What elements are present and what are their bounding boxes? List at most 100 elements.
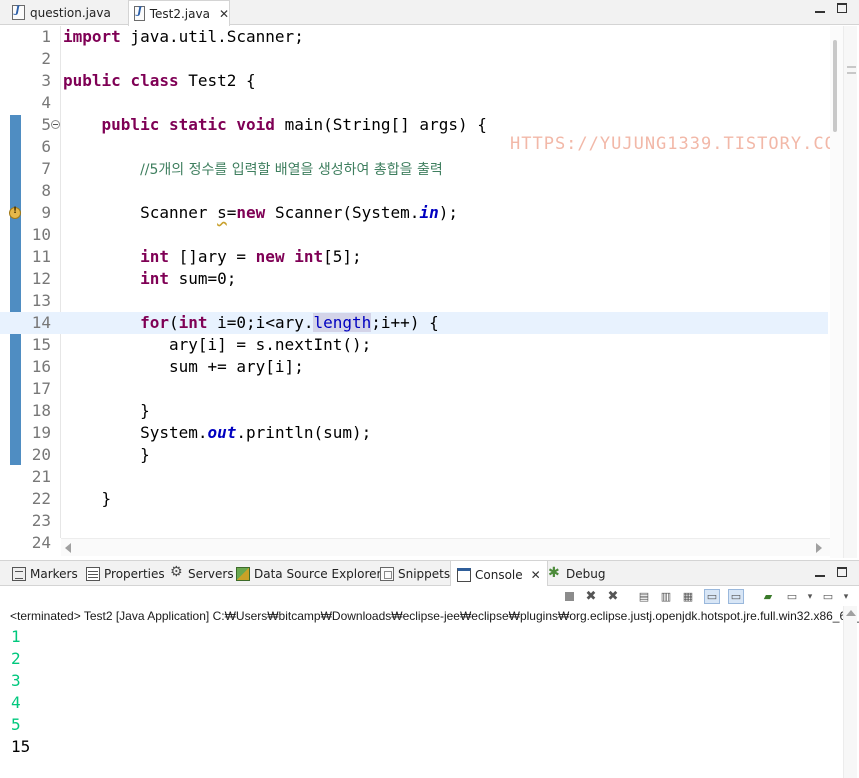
overview-mark[interactable] bbox=[847, 66, 856, 68]
code-text[interactable]: Scanner s=new Scanner(System.in); bbox=[63, 202, 458, 224]
code-line[interactable]: 15 ary[i] = s.nextInt(); bbox=[0, 334, 828, 356]
scroll-left-icon[interactable] bbox=[65, 543, 71, 553]
code-line[interactable]: 3 public class Test2 { bbox=[0, 70, 828, 92]
code-line[interactable]: 16 sum += ary[i]; bbox=[0, 356, 828, 378]
code-text[interactable]: ary[i] = s.nextInt(); bbox=[63, 334, 371, 356]
display-selected-console-icon[interactable]: ▭ bbox=[784, 589, 800, 604]
tab-label: Snippets bbox=[398, 567, 451, 581]
code-line[interactable]: 9 Scanner s=new Scanner(System.in); bbox=[0, 202, 828, 224]
chevron-down-icon[interactable]: ▾ bbox=[802, 589, 818, 604]
code-text[interactable]: int []ary = new int[5]; bbox=[63, 246, 362, 268]
code-text[interactable]: } bbox=[63, 488, 112, 510]
close-tab-icon[interactable]: ✕ bbox=[531, 568, 541, 582]
line-number: 17 bbox=[31, 379, 51, 398]
tab-label: question.java bbox=[30, 5, 111, 20]
code-line[interactable]: 2 bbox=[0, 48, 828, 70]
code-editor[interactable]: 1 import java.util.Scanner; 2 3 public class… bbox=[0, 26, 859, 558]
tab-label: Data Source Explorer bbox=[254, 567, 382, 581]
console-output-area[interactable]: 1 2 3 4 5 15 bbox=[0, 626, 859, 778]
code-line[interactable]: 17 bbox=[0, 378, 828, 400]
code-line[interactable]: 19 System.out.println(sum); bbox=[0, 422, 828, 444]
code-text[interactable]: //5개의 정수를 입력할 배열을 생성하여 총합을 출력 bbox=[63, 158, 443, 181]
minimize-icon[interactable] bbox=[815, 567, 825, 577]
chevron-down-icon[interactable]: ▾ bbox=[838, 589, 854, 604]
word-wrap-icon[interactable]: ▦ bbox=[680, 589, 696, 604]
scroll-lock-icon[interactable]: ▥ bbox=[658, 589, 674, 604]
line-number: 10 bbox=[31, 225, 51, 244]
scroll-up-icon[interactable] bbox=[846, 610, 856, 616]
line-number: 19 bbox=[31, 423, 51, 442]
code-line[interactable]: 10 bbox=[0, 224, 828, 246]
line-number: 11 bbox=[31, 247, 51, 266]
scroll-right-icon[interactable] bbox=[816, 543, 822, 553]
properties-icon bbox=[86, 567, 100, 581]
line-number: 8 bbox=[41, 181, 51, 200]
tab-snippets[interactable]: Snippets bbox=[380, 561, 450, 587]
code-text[interactable]: System.out.println(sum); bbox=[63, 422, 371, 444]
code-line[interactable]: 8 bbox=[0, 180, 828, 202]
tab-test2-java[interactable]: Test2.java ✕ bbox=[128, 0, 230, 26]
code-line[interactable]: 12 int sum=0; bbox=[0, 268, 828, 290]
code-line[interactable]: 5 public static void main(String[] args)… bbox=[0, 114, 828, 136]
clear-console-icon[interactable]: ▤ bbox=[636, 589, 652, 604]
code-text[interactable]: } bbox=[63, 444, 150, 466]
markers-icon bbox=[12, 567, 26, 581]
close-tab-icon[interactable]: ✕ bbox=[219, 7, 229, 21]
console-header: <terminated> Test2 [Java Application] C:… bbox=[0, 606, 859, 626]
line-number: 23 bbox=[31, 511, 51, 530]
overview-mark[interactable] bbox=[847, 72, 856, 74]
code-text[interactable]: import java.util.Scanner; bbox=[63, 26, 304, 48]
maximize-icon[interactable] bbox=[837, 567, 847, 577]
open-console-icon[interactable]: ▭ bbox=[820, 589, 836, 604]
tab-markers[interactable]: Markers bbox=[12, 561, 78, 587]
line-number: 20 bbox=[31, 445, 51, 464]
pin-console-icon[interactable]: ▰ bbox=[760, 589, 776, 604]
code-text[interactable]: int sum=0; bbox=[63, 268, 236, 290]
code-line[interactable]: 11 int []ary = new int[5]; bbox=[0, 246, 828, 268]
terminate-icon[interactable] bbox=[561, 589, 577, 604]
code-line[interactable]: 18 } bbox=[0, 400, 828, 422]
code-text[interactable]: sum += ary[i]; bbox=[63, 356, 304, 378]
tab-properties[interactable]: Properties bbox=[86, 561, 165, 587]
code-text[interactable]: public static void main(String[] args) { bbox=[63, 114, 487, 136]
code-line[interactable]: 4 bbox=[0, 92, 828, 114]
tab-console[interactable]: Console ✕ bbox=[450, 561, 548, 588]
views-window-controls bbox=[815, 567, 847, 577]
tab-servers[interactable]: Servers bbox=[170, 561, 234, 587]
tab-data-source-explorer[interactable]: Data Source Explorer bbox=[236, 561, 381, 587]
remove-all-terminated-icon[interactable]: ✖ bbox=[605, 589, 621, 604]
code-line[interactable]: 20 } bbox=[0, 444, 828, 466]
show-on-stdout-icon[interactable]: ▭ bbox=[704, 589, 720, 604]
code-line[interactable]: 7 //5개의 정수를 입력할 배열을 생성하여 총합을 출력 bbox=[0, 158, 828, 180]
line-number: 9 bbox=[41, 203, 51, 222]
line-number: 14 bbox=[31, 313, 51, 332]
line-number: 6 bbox=[41, 137, 51, 156]
tab-debug[interactable]: Debug bbox=[548, 561, 605, 587]
code-line[interactable]: 23 bbox=[0, 510, 828, 532]
minimize-icon[interactable] bbox=[815, 3, 825, 13]
line-number: 15 bbox=[31, 335, 51, 354]
code-line[interactable]: 1 import java.util.Scanner; bbox=[0, 26, 828, 48]
scrollbar-thumb[interactable] bbox=[833, 40, 837, 132]
code-text[interactable]: for(int i=0;i<ary.length;i++) { bbox=[63, 312, 439, 334]
console-vertical-scrollbar[interactable] bbox=[843, 606, 857, 778]
tab-question-java[interactable]: question.java bbox=[0, 0, 128, 25]
code-line[interactable]: 13 bbox=[0, 290, 828, 312]
fold-collapse-icon[interactable] bbox=[51, 120, 60, 129]
remove-launch-icon[interactable]: ✖ bbox=[583, 589, 599, 604]
code-text[interactable]: public class Test2 { bbox=[63, 70, 256, 92]
tab-label: Servers bbox=[188, 567, 234, 581]
maximize-icon[interactable] bbox=[837, 3, 847, 13]
editor-horizontal-scrollbar[interactable] bbox=[61, 538, 830, 556]
code-line[interactable]: 21 bbox=[0, 466, 828, 488]
overview-ruler[interactable] bbox=[843, 26, 857, 558]
java-file-icon bbox=[134, 6, 145, 21]
warning-icon[interactable] bbox=[9, 206, 21, 219]
line-number: 24 bbox=[31, 533, 51, 552]
line-number: 22 bbox=[31, 489, 51, 508]
debug-icon bbox=[548, 565, 562, 581]
code-text[interactable]: } bbox=[63, 400, 150, 422]
code-line[interactable]: 14 for(int i=0;i<ary.length;i++) { bbox=[0, 312, 828, 334]
show-on-stderr-icon[interactable]: ▭ bbox=[728, 589, 744, 604]
code-line[interactable]: 22 } bbox=[0, 488, 828, 510]
